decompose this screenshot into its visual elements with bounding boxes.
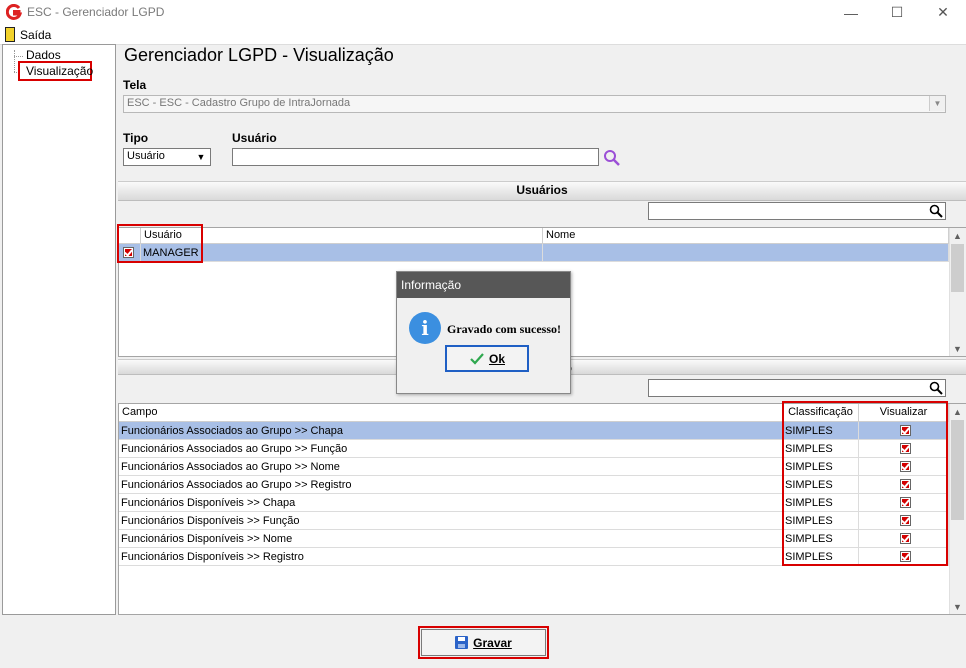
users-vertical-scrollbar[interactable]: ▲ ▼ [949, 228, 966, 356]
tree-item-dados[interactable]: Dados [26, 48, 61, 62]
cell-campo: Funcionários Disponíveis >> Função [119, 512, 783, 529]
window-title: ESC - Gerenciador LGPD [27, 5, 165, 19]
floppy-disk-icon [455, 636, 469, 649]
exit-door-icon[interactable] [5, 27, 15, 42]
scrollbar-thumb[interactable] [951, 420, 964, 520]
highlight-manager [117, 224, 203, 263]
ok-label: Ok [488, 351, 505, 366]
app-logo-icon [6, 4, 22, 20]
fields-vertical-scrollbar[interactable]: ▲ ▼ [949, 404, 966, 614]
checkmark-icon [470, 352, 484, 365]
fields-search-input[interactable] [648, 379, 946, 397]
minimize-button[interactable]: — [828, 0, 874, 25]
column-header-nome[interactable]: Nome [543, 228, 949, 243]
search-icon[interactable] [603, 149, 621, 167]
users-section-header: Usuários [118, 181, 966, 201]
menu-bar [0, 25, 966, 45]
tipo-label: Tipo [123, 131, 149, 145]
scrollbar-thumb[interactable] [951, 244, 964, 292]
save-label: Gravar [473, 635, 512, 650]
tree-connector [14, 56, 23, 57]
users-search-input[interactable] [648, 202, 946, 220]
cell-campo: Funcionários Associados ao Grupo >> Regi… [119, 476, 783, 493]
cell-campo: Funcionários Associados ao Grupo >> Funç… [119, 440, 783, 457]
tela-value: ESC - ESC - Cadastro Grupo de IntraJorna… [127, 97, 351, 109]
chevron-up-icon[interactable]: ▲ [950, 404, 965, 419]
chevron-down-icon[interactable]: ▼ [929, 96, 945, 111]
cell-campo: Funcionários Associados ao Grupo >> Chap… [119, 422, 783, 439]
dialog-title: Informação [397, 272, 570, 298]
page-title: Gerenciador LGPD - Visualização [124, 45, 394, 65]
chevron-up-icon[interactable]: ▲ [950, 228, 965, 243]
chevron-down-icon[interactable]: ▼ [950, 599, 965, 614]
search-icon[interactable] [929, 204, 943, 218]
cell-campo: Funcionários Disponíveis >> Chapa [119, 494, 783, 511]
tela-label: Tela [123, 78, 147, 92]
tela-combobox[interactable]: ESC - ESC - Cadastro Grupo de IntraJorna… [123, 95, 946, 113]
info-dialog: Informação i Gravado com sucesso! Ok [396, 271, 571, 394]
menu-item-exit[interactable]: Saída [20, 28, 51, 42]
maximize-button[interactable]: ☐ [874, 0, 920, 25]
save-button[interactable]: Gravar [421, 629, 546, 656]
cell-campo: Funcionários Disponíveis >> Nome [119, 530, 783, 547]
column-header-campo[interactable]: Campo [119, 404, 783, 421]
cell-nome [543, 244, 949, 261]
tree-connector [14, 50, 15, 72]
cell-campo: Funcionários Disponíveis >> Registro [119, 548, 783, 565]
tipo-value: Usuário [127, 150, 165, 162]
cell-campo: Funcionários Associados ao Grupo >> Nome [119, 458, 783, 475]
table-row[interactable]: MANAGER [119, 244, 949, 262]
close-button[interactable]: ✕ [920, 0, 966, 25]
search-icon[interactable] [929, 381, 943, 395]
chevron-down-icon[interactable]: ▼ [950, 341, 965, 356]
tree-item-visualizacao[interactable]: Visualização [26, 64, 93, 78]
dialog-message: Gravado com sucesso! [447, 322, 561, 336]
users-grid-header: Usuário Nome [119, 228, 965, 244]
navigation-tree [2, 44, 116, 615]
ok-button[interactable]: Ok [445, 345, 529, 372]
usuario-label: Usuário [232, 131, 277, 145]
chevron-down-icon[interactable]: ▼ [194, 151, 208, 163]
info-icon: i [409, 312, 441, 344]
highlight-classification-columns [782, 401, 948, 566]
usuario-input[interactable] [232, 148, 599, 166]
